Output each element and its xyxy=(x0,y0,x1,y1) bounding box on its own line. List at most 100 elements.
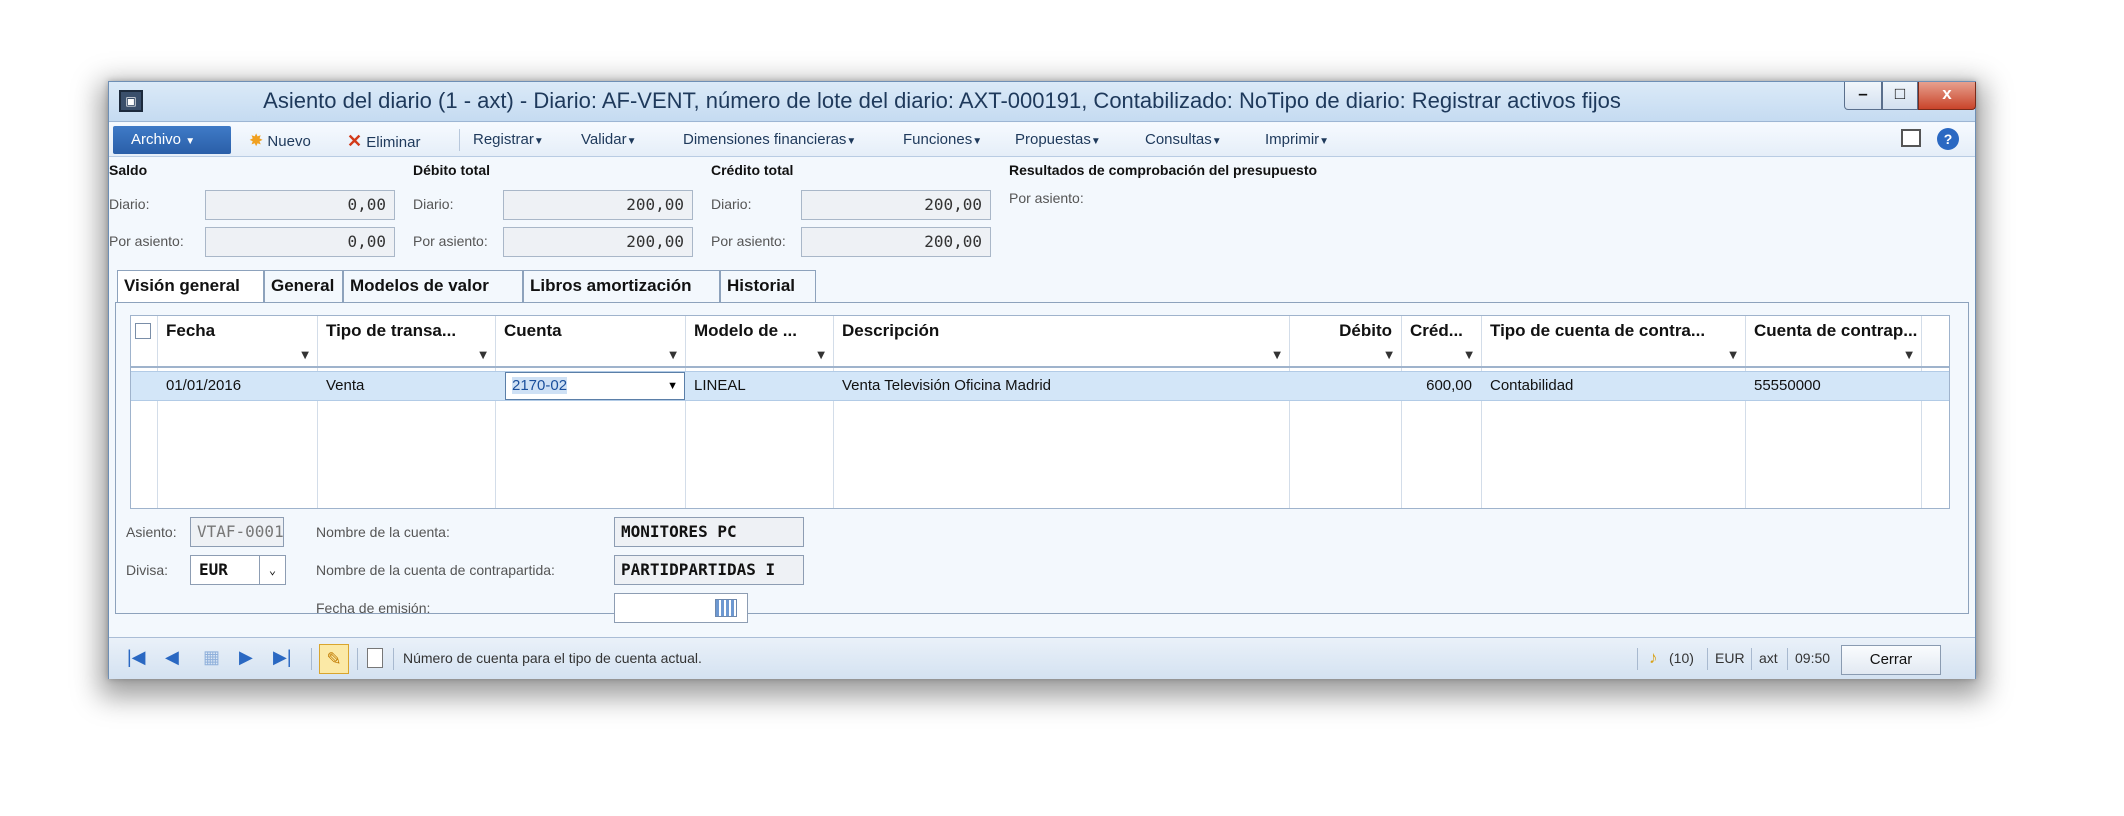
grid-view-icon[interactable]: ▦ xyxy=(203,647,220,668)
account-value: 2170-02 xyxy=(512,377,568,394)
column-header-offset-account[interactable]: Cuenta de contrap... xyxy=(1745,316,1921,346)
filter-dropdown-icon[interactable]: ▼ xyxy=(1481,346,1745,368)
debit-voucher-label: Por asiento: xyxy=(413,233,488,249)
minimize-button[interactable]: – xyxy=(1844,82,1882,110)
attachment-icon[interactable] xyxy=(367,648,383,668)
validate-label: Validar xyxy=(581,131,627,148)
column-header-date[interactable]: Fecha xyxy=(157,316,317,346)
calendar-icon[interactable] xyxy=(715,599,737,617)
print-menu[interactable]: Imprimir▼ xyxy=(1265,131,1329,148)
sun-icon: ✸ xyxy=(249,131,264,150)
close-button[interactable]: Cerrar xyxy=(1841,645,1941,675)
cell-credit[interactable]: 600,00 xyxy=(1401,372,1481,400)
status-currency[interactable]: EUR xyxy=(1715,650,1745,666)
cell-date[interactable]: 01/01/2016 xyxy=(157,372,317,400)
help-icon[interactable]: ? xyxy=(1937,128,1959,150)
status-separator xyxy=(393,648,394,670)
cell-transaction-type[interactable]: Venta xyxy=(317,372,495,400)
column-header-credit[interactable]: Créd... xyxy=(1401,316,1481,346)
chevron-down-icon: ▼ xyxy=(185,136,196,147)
filter-dropdown-icon[interactable]: ▼ xyxy=(157,346,317,368)
column-header-offset-account-type[interactable]: Tipo de cuenta de contra... xyxy=(1481,316,1745,346)
voucher-field[interactable]: VTAF-0001 xyxy=(190,517,284,547)
filter-dropdown-icon[interactable]: ▼ xyxy=(317,346,495,368)
status-company[interactable]: axt xyxy=(1759,650,1778,666)
credit-journal-label: Diario: xyxy=(711,196,752,212)
tab-history[interactable]: Historial xyxy=(720,270,816,302)
cell-debit[interactable] xyxy=(1289,372,1401,400)
account-name-field[interactable]: MONITORES PC xyxy=(614,517,804,547)
chevron-down-icon: ▼ xyxy=(972,136,983,147)
issue-date-label: Fecha de emisión: xyxy=(316,600,431,616)
tab-depreciation-books[interactable]: Libros amortización xyxy=(523,270,720,302)
table-row[interactable]: 01/01/2016 Venta 2170-02 ▼ LINEAL Venta T… xyxy=(131,371,1949,401)
status-separator xyxy=(311,648,312,670)
tab-value-models[interactable]: Modelos de valor xyxy=(343,270,523,302)
validate-menu[interactable]: Validar▼ xyxy=(581,131,637,148)
total-credit-header: Crédito total xyxy=(711,162,794,178)
total-debit-header: Débito total xyxy=(413,162,490,178)
functions-menu[interactable]: Funciones▼ xyxy=(903,131,982,148)
status-separator xyxy=(1637,648,1638,670)
status-separator xyxy=(1787,648,1788,670)
first-record-icon[interactable]: |◀ xyxy=(127,647,146,668)
register-menu[interactable]: Registrar▼ xyxy=(473,131,544,148)
currency-select[interactable]: EUR ⌄ xyxy=(190,555,286,585)
notifications-count[interactable]: (10) xyxy=(1669,650,1694,666)
filter-dropdown-icon[interactable]: ▼ xyxy=(833,346,1289,368)
tab-overview[interactable]: Visión general xyxy=(117,270,264,303)
column-header-value-model[interactable]: Modelo de ... xyxy=(685,316,833,346)
issue-date-field[interactable] xyxy=(614,593,748,623)
inquiries-menu[interactable]: Consultas▼ xyxy=(1145,131,1222,148)
cell-description[interactable]: Venta Televisión Oficina Madrid xyxy=(833,372,1289,400)
journal-entry-window: ▣ Asiento del diario (1 - axt) - Diario:… xyxy=(108,81,1976,679)
file-menu-button[interactable]: Archivo ▼ xyxy=(113,126,231,154)
last-record-icon[interactable]: ▶| xyxy=(273,647,292,668)
filter-dropdown-icon[interactable]: ▼ xyxy=(685,346,833,368)
bell-icon[interactable]: ♪ xyxy=(1649,648,1658,668)
new-button[interactable]: ✸ Nuevo xyxy=(249,131,311,151)
credit-voucher-label: Por asiento: xyxy=(711,233,786,249)
title-bar: ▣ Asiento del diario (1 - axt) - Diario:… xyxy=(109,82,1976,122)
status-separator xyxy=(357,648,358,670)
offset-account-name-field[interactable]: PARTIDPARTIDAS I xyxy=(614,555,804,585)
previous-record-icon[interactable]: ◀ xyxy=(165,647,179,668)
filter-dropdown-icon[interactable]: ▼ xyxy=(1745,346,1921,368)
chevron-down-icon[interactable]: ▼ xyxy=(667,373,678,399)
filter-spacer xyxy=(131,346,157,368)
app-icon[interactable]: ▣ xyxy=(119,90,143,112)
debit-journal-label: Diario: xyxy=(413,196,454,212)
inquiries-label: Consultas xyxy=(1145,131,1212,148)
column-header-description[interactable]: Descripción xyxy=(833,316,1289,346)
column-header-transaction-type[interactable]: Tipo de transa... xyxy=(317,316,495,346)
cell-value-model[interactable]: LINEAL xyxy=(685,372,833,400)
proposals-menu[interactable]: Propuestas▼ xyxy=(1015,131,1101,148)
close-window-button[interactable]: x xyxy=(1918,82,1976,110)
column-header-account[interactable]: Cuenta xyxy=(495,316,685,346)
financial-dimensions-menu[interactable]: Dimensiones financieras▼ xyxy=(683,131,856,148)
chevron-down-icon: ▼ xyxy=(533,136,544,147)
layout-icon[interactable] xyxy=(1901,129,1921,147)
edit-mode-icon[interactable]: ✎ xyxy=(319,644,349,674)
select-all-checkbox[interactable] xyxy=(135,323,151,339)
balance-journal-value: 0,00 xyxy=(205,190,395,220)
credit-journal-value: 200,00 xyxy=(801,190,991,220)
print-label: Imprimir xyxy=(1265,131,1320,148)
filter-dropdown-icon[interactable]: ▼ xyxy=(1289,346,1401,368)
maximize-button[interactable]: □ xyxy=(1882,82,1918,110)
column-header-debit[interactable]: Débito xyxy=(1289,316,1401,346)
chevron-down-icon[interactable]: ⌄ xyxy=(259,556,285,584)
filter-spacer xyxy=(1921,346,1949,368)
tab-general[interactable]: General xyxy=(264,270,343,302)
filter-dropdown-icon[interactable]: ▼ xyxy=(495,346,685,368)
cell-offset-account-type[interactable]: Contabilidad xyxy=(1481,372,1745,400)
balance-header: Saldo xyxy=(109,162,148,178)
filter-dropdown-icon[interactable]: ▼ xyxy=(1401,346,1481,368)
cell-offset-account[interactable]: 55550000 xyxy=(1745,372,1921,400)
next-record-icon[interactable]: ▶ xyxy=(239,647,253,668)
account-combobox[interactable]: 2170-02 ▼ xyxy=(505,372,685,400)
delete-button[interactable]: ✕ Eliminar xyxy=(347,131,420,152)
currency-label: Divisa: xyxy=(126,562,169,578)
file-menu-label: Archivo xyxy=(131,131,182,148)
currency-value: EUR xyxy=(199,560,228,579)
